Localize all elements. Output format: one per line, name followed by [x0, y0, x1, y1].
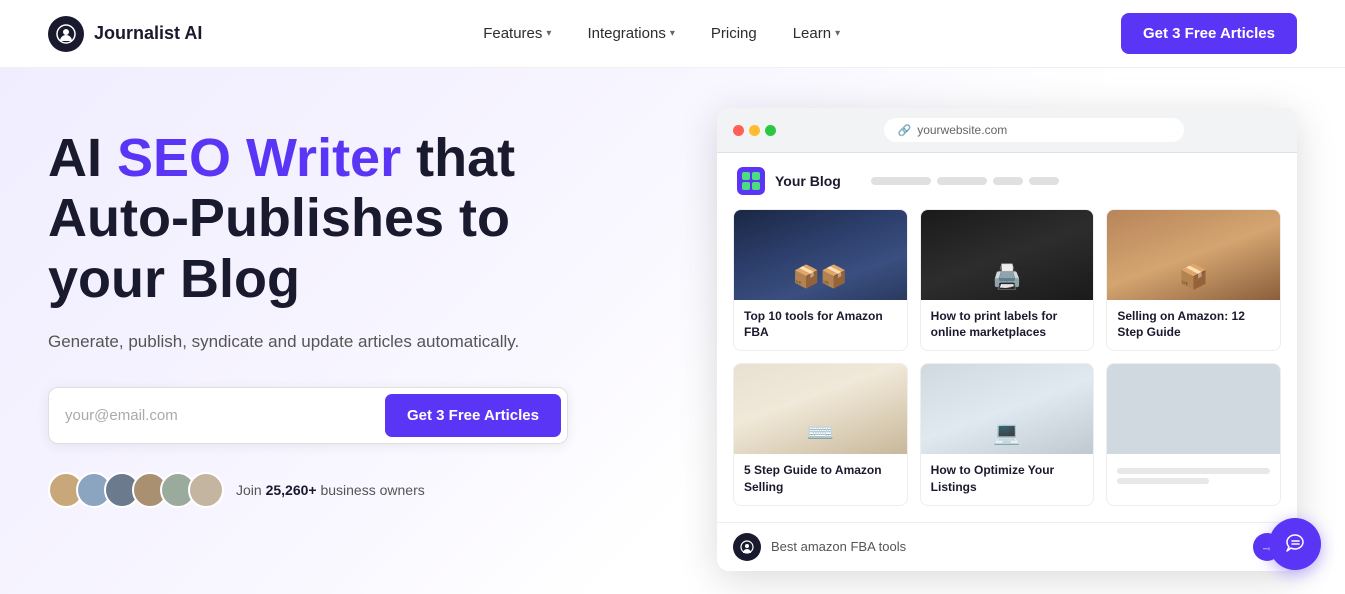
hero-email-form: Get 3 Free Articles — [48, 387, 568, 444]
articles-grid: Top 10 tools for Amazon FBA How to print… — [717, 205, 1297, 522]
avatar — [188, 472, 224, 508]
article-card[interactable]: How to Optimize Your Listings — [920, 363, 1095, 505]
nav-links: Features ▾ Integrations ▾ Pricing Learn … — [469, 17, 854, 50]
nav-learn[interactable]: Learn ▾ — [779, 17, 854, 50]
blog-logo-icon — [737, 167, 765, 195]
browser-mockup: 🔗 yourwebsite.com Your Blog — [717, 108, 1297, 571]
blog-nav-lines — [871, 177, 1059, 185]
article-card[interactable] — [1106, 363, 1281, 505]
navbar: Journalist AI Features ▾ Integrations ▾ … — [0, 0, 1345, 68]
article-image — [734, 364, 907, 454]
article-image — [921, 364, 1094, 454]
hero-section: AI SEO Writer that Auto-Publishes to you… — [0, 68, 1345, 594]
browser-content: Your Blog Top 10 tools for Amazon FBA — [717, 153, 1297, 571]
nav-pricing[interactable]: Pricing — [697, 17, 771, 50]
link-icon: 🔗 — [898, 124, 912, 137]
social-proof-text: Join 25,260+ business owners — [236, 482, 425, 498]
social-proof: Join 25,260+ business owners — [48, 472, 608, 508]
email-input[interactable] — [65, 407, 385, 424]
hero-cta-button[interactable]: Get 3 Free Articles — [385, 394, 561, 437]
logo-icon — [48, 16, 84, 52]
hero-subtext: Generate, publish, syndicate and update … — [48, 329, 608, 355]
hero-left: AI SEO Writer that Auto-Publishes to you… — [48, 108, 608, 508]
learn-chevron-icon: ▾ — [835, 28, 840, 39]
article-image-placeholder — [1107, 364, 1280, 454]
chat-bubble-button[interactable] — [1269, 518, 1321, 570]
article-card[interactable]: 5 Step Guide to Amazon Selling — [733, 363, 908, 505]
chat-logo-icon — [733, 533, 761, 561]
hero-headline: AI SEO Writer that Auto-Publishes to you… — [48, 128, 608, 309]
blog-header: Your Blog — [717, 153, 1297, 205]
article-title: Selling on Amazon: 12 Step Guide — [1117, 308, 1270, 340]
article-title: Top 10 tools for Amazon FBA — [744, 308, 897, 340]
close-dot — [733, 125, 744, 136]
maximize-dot — [765, 125, 776, 136]
hero-right: 🔗 yourwebsite.com Your Blog — [608, 108, 1297, 571]
logo[interactable]: Journalist AI — [48, 16, 202, 52]
nav-cta-button[interactable]: Get 3 Free Articles — [1121, 13, 1297, 54]
browser-dots — [733, 125, 776, 136]
article-card[interactable]: How to print labels for online marketpla… — [920, 209, 1095, 351]
browser-bar: 🔗 yourwebsite.com — [717, 108, 1297, 153]
logo-text: Journalist AI — [94, 23, 202, 44]
article-card[interactable]: Selling on Amazon: 12 Step Guide — [1106, 209, 1281, 351]
article-card[interactable]: Top 10 tools for Amazon FBA — [733, 209, 908, 351]
minimize-dot — [749, 125, 760, 136]
article-title: How to print labels for online marketpla… — [931, 308, 1084, 340]
nav-integrations[interactable]: Integrations ▾ — [573, 17, 688, 50]
article-image — [921, 210, 1094, 300]
chat-bar: Best amazon FBA tools → — [717, 522, 1297, 571]
article-image — [734, 210, 907, 300]
avatar-group — [48, 472, 224, 508]
article-image — [1107, 210, 1280, 300]
article-title: 5 Step Guide to Amazon Selling — [744, 462, 897, 494]
url-bar[interactable]: 🔗 yourwebsite.com — [884, 118, 1184, 142]
chat-input[interactable]: Best amazon FBA tools — [771, 539, 1243, 554]
features-chevron-icon: ▾ — [546, 28, 551, 39]
nav-features[interactable]: Features ▾ — [469, 17, 565, 50]
blog-title: Your Blog — [775, 173, 841, 189]
integrations-chevron-icon: ▾ — [670, 28, 675, 39]
article-title: How to Optimize Your Listings — [931, 462, 1084, 494]
